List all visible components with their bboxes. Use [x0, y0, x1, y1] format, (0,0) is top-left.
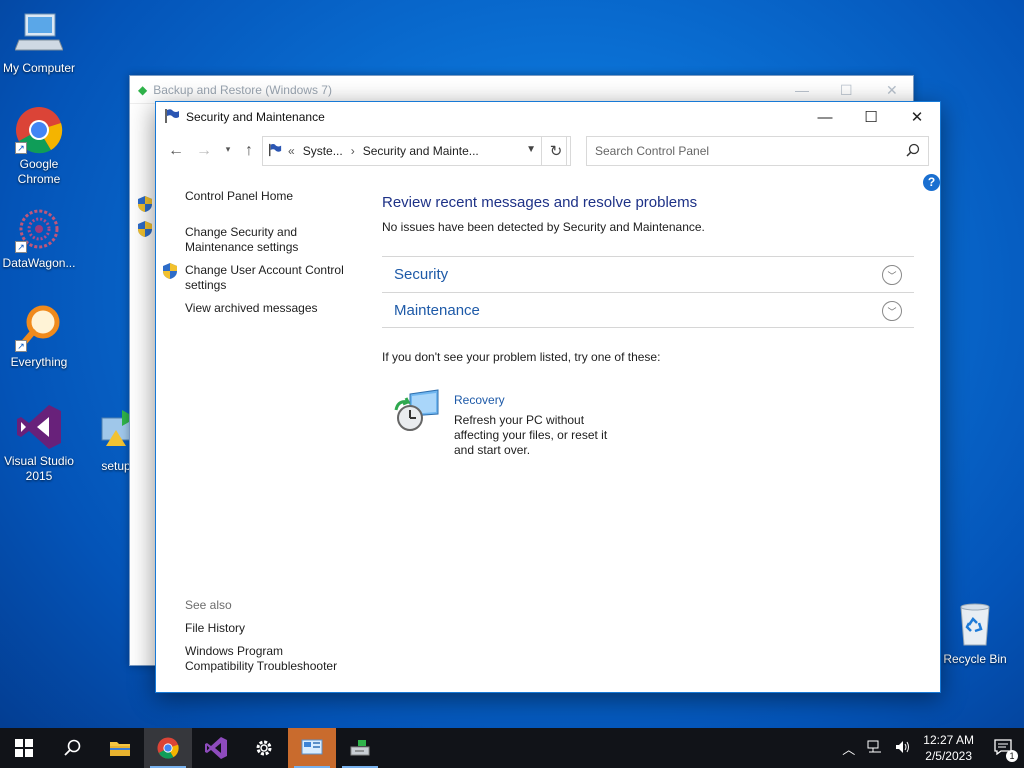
file-explorer-taskbar-button[interactable]: [96, 728, 144, 768]
address-flag-icon: [268, 143, 282, 160]
security-section-label: Security: [394, 266, 449, 283]
refresh-button[interactable]: ↻: [541, 136, 571, 166]
visual-studio-icon: [15, 403, 63, 451]
recovery-icon: [394, 388, 442, 436]
volume-icon[interactable]: [895, 740, 911, 757]
maximize-button[interactable]: ☐: [848, 102, 894, 132]
system-tray: ︿ 12:27 AM 2/5/2023 1: [836, 728, 1024, 768]
desktop-icon-label: DataWagon...: [2, 256, 76, 270]
desktop-icon-label: Visual Studio 2015: [4, 454, 74, 483]
desktop-icon-visual-studio[interactable]: Visual Studio 2015: [1, 403, 77, 484]
breadcrumb-overflow-icon[interactable]: «: [288, 144, 295, 158]
settings-taskbar-button[interactable]: [240, 728, 288, 768]
desktop-icon-label: Recycle Bin: [943, 652, 1007, 666]
recent-locations-chevron-icon[interactable]: ▾: [218, 144, 238, 155]
minimize-button[interactable]: —: [802, 102, 848, 132]
windows-logo-icon: [15, 739, 33, 757]
maximize-icon[interactable]: ☐: [840, 82, 853, 99]
recovery-description: Refresh your PC without affecting your f…: [454, 413, 608, 457]
desktop-icon-datawagon[interactable]: ↗ DataWagon...: [1, 205, 77, 271]
shortcut-arrow-icon: ↗: [15, 142, 27, 154]
maintenance-section[interactable]: Maintenance ﹀: [382, 292, 914, 328]
help-icon[interactable]: ?: [923, 174, 940, 191]
visual-studio-icon: [205, 737, 227, 759]
chevron-up-icon[interactable]: ︿: [842, 739, 855, 758]
chrome-taskbar-button[interactable]: [144, 728, 192, 768]
up-arrow-icon[interactable]: ↑: [239, 142, 259, 160]
chrome-icon: ↗: [15, 106, 63, 154]
page-heading: Review recent messages and resolve probl…: [382, 194, 698, 211]
folder-icon: [110, 742, 130, 756]
control-panel-icon: [301, 739, 323, 755]
change-security-settings-link[interactable]: Change Security and Maintenance settings: [185, 225, 315, 255]
view-archived-messages-link[interactable]: View archived messages: [185, 301, 318, 316]
security-section[interactable]: Security ﹀: [382, 256, 914, 292]
desktop-icon-recycle-bin[interactable]: Recycle Bin: [937, 601, 1013, 667]
compatibility-troubleshooter-link[interactable]: Windows Program Compatibility Troublesho…: [185, 644, 350, 674]
security-maintenance-window[interactable]: Security and Maintenance — ☐ ✕ ← → ▾ ↑ «…: [155, 101, 941, 693]
desktop-icon-label: Google Chrome: [17, 157, 61, 186]
see-also-heading: See also: [185, 598, 232, 612]
breadcrumb-system[interactable]: Syste...: [303, 144, 343, 158]
search-icon: [64, 739, 81, 756]
desktop-icon-google-chrome[interactable]: ↗ Google Chrome: [1, 106, 77, 187]
window-title: Security and Maintenance: [186, 110, 325, 124]
clock-date: 2/5/2023: [925, 749, 972, 763]
close-button[interactable]: ✕: [894, 102, 940, 132]
everything-magnifier-icon: ↗: [15, 304, 63, 352]
backup-restore-titlebar: ◆ Backup and Restore (Windows 7) — ☐ ✕: [130, 76, 913, 104]
backup-shield-icon: [138, 221, 152, 240]
start-button[interactable]: [0, 728, 48, 768]
datawagon-icon: ↗: [15, 205, 63, 253]
control-panel-home-link[interactable]: Control Panel Home: [185, 189, 293, 204]
recycle-bin-icon: [951, 601, 999, 649]
flag-icon: [164, 108, 180, 127]
backup-restore-title: Backup and Restore (Windows 7): [153, 82, 332, 97]
shortcut-arrow-icon: ↗: [15, 241, 27, 253]
titlebar: Security and Maintenance — ☐ ✕: [156, 102, 940, 132]
left-pane: Control Panel Home Change Security and M…: [156, 182, 366, 692]
computer-icon: [14, 10, 64, 58]
notification-center-icon[interactable]: 1: [994, 738, 1018, 762]
search-taskbar-button[interactable]: [48, 728, 96, 768]
status-message: No issues have been detected by Security…: [382, 220, 705, 234]
breadcrumb-security-maintenance[interactable]: Security and Mainte...: [363, 144, 479, 158]
desktop-icon-label: My Computer: [2, 61, 76, 75]
backup-icon: ◆: [138, 82, 148, 97]
close-icon[interactable]: ✕: [886, 82, 898, 99]
back-arrow-icon[interactable]: ←: [166, 142, 186, 160]
search-icon[interactable]: [906, 143, 920, 160]
chevron-down-icon[interactable]: ﹀: [882, 265, 902, 285]
gear-icon: [256, 740, 272, 756]
troubleshoot-prompt: If you don't see your problem listed, tr…: [382, 350, 661, 364]
desktop-icon-label: Everything: [10, 355, 68, 369]
address-bar[interactable]: « Syste... › Security and Mainte... ▼: [262, 136, 567, 166]
address-dropdown-icon[interactable]: ▼: [526, 144, 536, 155]
taskbar: ︿ 12:27 AM 2/5/2023 1: [0, 728, 1024, 768]
file-history-link[interactable]: File History: [185, 621, 245, 636]
uac-shield-icon: [163, 263, 177, 282]
control-panel-taskbar-button[interactable]: [288, 728, 336, 768]
visual-studio-taskbar-button[interactable]: [192, 728, 240, 768]
desktop-icon-my-computer[interactable]: My Computer: [1, 10, 77, 76]
search-input[interactable]: [595, 144, 895, 158]
chrome-icon: [157, 737, 179, 759]
change-uac-settings-link[interactable]: Change User Account Control settings: [185, 263, 355, 293]
notification-count-badge: 1: [1006, 749, 1018, 762]
recovery-link[interactable]: Recovery: [454, 393, 505, 407]
maintenance-section-label: Maintenance: [394, 301, 480, 319]
desktop-icon-everything[interactable]: ↗ Everything: [1, 304, 77, 370]
minimize-icon[interactable]: —: [795, 82, 809, 98]
clock[interactable]: 12:27 AM 2/5/2023: [923, 732, 974, 764]
breadcrumb-separator-icon[interactable]: ›: [351, 144, 355, 158]
network-icon[interactable]: [867, 740, 883, 757]
shortcut-arrow-icon: ↗: [15, 340, 27, 352]
forward-arrow-icon[interactable]: →: [194, 142, 214, 160]
chevron-down-icon[interactable]: ﹀: [882, 301, 902, 321]
search-box[interactable]: [586, 136, 929, 166]
backup-shield-icon: [138, 196, 152, 215]
backup-restore-icon: [350, 740, 370, 756]
clock-time: 12:27 AM: [923, 733, 974, 747]
backup-taskbar-button[interactable]: [336, 728, 384, 768]
